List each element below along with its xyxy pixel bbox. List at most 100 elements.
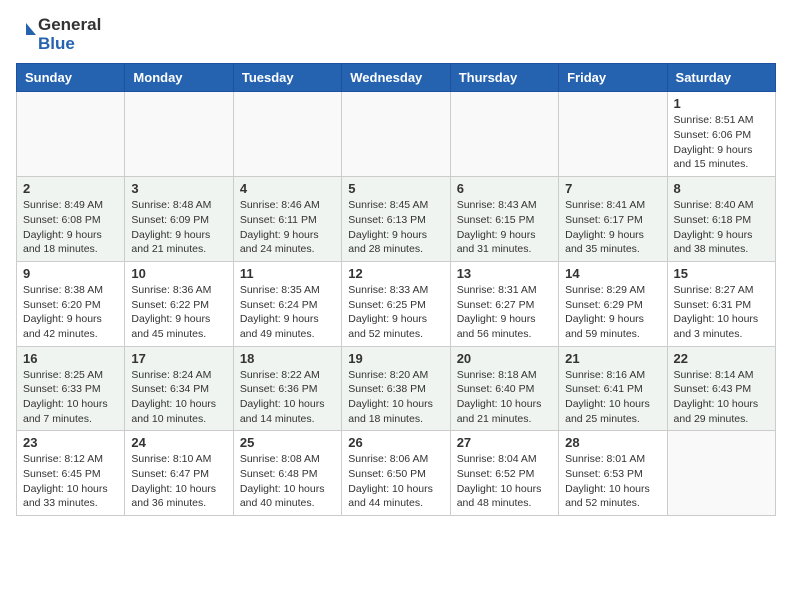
day-info: Sunrise: 8:33 AM Sunset: 6:25 PM Dayligh… (348, 283, 443, 342)
calendar-table: SundayMondayTuesdayWednesdayThursdayFrid… (16, 63, 776, 516)
day-info: Sunrise: 8:01 AM Sunset: 6:53 PM Dayligh… (565, 452, 660, 511)
day-number: 16 (23, 351, 118, 366)
calendar-day-17: 17 Sunrise: 8:24 AM Sunset: 6:34 PM Dayli… (125, 346, 233, 431)
day-info: Sunrise: 8:41 AM Sunset: 6:17 PM Dayligh… (565, 198, 660, 257)
day-number: 15 (674, 266, 769, 281)
col-header-thursday: Thursday (450, 64, 558, 92)
calendar-day-4: 4 Sunrise: 8:46 AM Sunset: 6:11 PM Daylig… (233, 177, 341, 262)
calendar-day-28: 28Sunrise: 8:01 AM Sunset: 6:53 PM Dayli… (559, 431, 667, 516)
day-info: Sunrise: 8:25 AM Sunset: 6:33 PM Dayligh… (23, 368, 118, 427)
day-number: 17 (131, 351, 226, 366)
calendar-day-18: 18 Sunrise: 8:22 AM Sunset: 6:36 PM Dayli… (233, 346, 341, 431)
calendar-day-empty (17, 92, 125, 177)
col-header-tuesday: Tuesday (233, 64, 341, 92)
calendar-day-16: 16 Sunrise: 8:25 AM Sunset: 6:33 PM Dayli… (17, 346, 125, 431)
calendar-week-row: 23 Sunrise: 8:12 AM Sunset: 6:45 PM Dayli… (17, 431, 776, 516)
calendar-day-empty (342, 92, 450, 177)
day-info: Sunrise: 8:04 AM Sunset: 6:52 PM Dayligh… (457, 452, 552, 511)
calendar-week-row: 9 Sunrise: 8:38 AM Sunset: 6:20 PM Daylig… (17, 261, 776, 346)
calendar-week-row: 2Sunrise: 8:49 AM Sunset: 6:08 PM Daylig… (17, 177, 776, 262)
day-number: 8 (674, 181, 769, 196)
logo: General Blue (16, 16, 101, 53)
calendar-day-7: 7 Sunrise: 8:41 AM Sunset: 6:17 PM Daylig… (559, 177, 667, 262)
day-info: Sunrise: 8:18 AM Sunset: 6:40 PM Dayligh… (457, 368, 552, 427)
calendar-day-13: 13 Sunrise: 8:31 AM Sunset: 6:27 PM Dayli… (450, 261, 558, 346)
day-number: 6 (457, 181, 552, 196)
day-info: Sunrise: 8:24 AM Sunset: 6:34 PM Dayligh… (131, 368, 226, 427)
day-number: 21 (565, 351, 660, 366)
day-info: Sunrise: 8:46 AM Sunset: 6:11 PM Dayligh… (240, 198, 335, 257)
day-info: Sunrise: 8:08 AM Sunset: 6:48 PM Dayligh… (240, 452, 335, 511)
day-number: 7 (565, 181, 660, 196)
calendar-day-6: 6Sunrise: 8:43 AM Sunset: 6:15 PM Daylig… (450, 177, 558, 262)
logo-triangle-icon (16, 23, 36, 47)
day-number: 22 (674, 351, 769, 366)
day-number: 1 (674, 96, 769, 111)
day-info: Sunrise: 8:29 AM Sunset: 6:29 PM Dayligh… (565, 283, 660, 342)
day-number: 23 (23, 435, 118, 450)
day-info: Sunrise: 8:20 AM Sunset: 6:38 PM Dayligh… (348, 368, 443, 427)
day-info: Sunrise: 8:40 AM Sunset: 6:18 PM Dayligh… (674, 198, 769, 257)
day-info: Sunrise: 8:12 AM Sunset: 6:45 PM Dayligh… (23, 452, 118, 511)
day-number: 25 (240, 435, 335, 450)
day-info: Sunrise: 8:51 AM Sunset: 6:06 PM Dayligh… (674, 113, 769, 172)
logo-blue-text: Blue (38, 35, 101, 54)
day-info: Sunrise: 8:22 AM Sunset: 6:36 PM Dayligh… (240, 368, 335, 427)
day-info: Sunrise: 8:38 AM Sunset: 6:20 PM Dayligh… (23, 283, 118, 342)
day-number: 5 (348, 181, 443, 196)
calendar-week-row: 1 Sunrise: 8:51 AM Sunset: 6:06 PM Daylig… (17, 92, 776, 177)
day-number: 3 (131, 181, 226, 196)
calendar-day-25: 25 Sunrise: 8:08 AM Sunset: 6:48 PM Dayli… (233, 431, 341, 516)
calendar-header-row: SundayMondayTuesdayWednesdayThursdayFrid… (17, 64, 776, 92)
calendar-day-5: 5Sunrise: 8:45 AM Sunset: 6:13 PM Daylig… (342, 177, 450, 262)
col-header-sunday: Sunday (17, 64, 125, 92)
col-header-monday: Monday (125, 64, 233, 92)
calendar-day-14: 14 Sunrise: 8:29 AM Sunset: 6:29 PM Dayli… (559, 261, 667, 346)
day-number: 14 (565, 266, 660, 281)
calendar-day-20: 20 Sunrise: 8:18 AM Sunset: 6:40 PM Dayli… (450, 346, 558, 431)
day-info: Sunrise: 8:14 AM Sunset: 6:43 PM Dayligh… (674, 368, 769, 427)
day-number: 19 (348, 351, 443, 366)
day-number: 4 (240, 181, 335, 196)
calendar-day-22: 22 Sunrise: 8:14 AM Sunset: 6:43 PM Dayli… (667, 346, 775, 431)
calendar-day-empty (450, 92, 558, 177)
day-number: 18 (240, 351, 335, 366)
day-number: 20 (457, 351, 552, 366)
day-info: Sunrise: 8:49 AM Sunset: 6:08 PM Dayligh… (23, 198, 118, 257)
calendar-day-11: 11 Sunrise: 8:35 AM Sunset: 6:24 PM Dayli… (233, 261, 341, 346)
day-number: 26 (348, 435, 443, 450)
day-info: Sunrise: 8:48 AM Sunset: 6:09 PM Dayligh… (131, 198, 226, 257)
calendar-day-empty (559, 92, 667, 177)
calendar-day-26: 26Sunrise: 8:06 AM Sunset: 6:50 PM Dayli… (342, 431, 450, 516)
calendar-day-9: 9 Sunrise: 8:38 AM Sunset: 6:20 PM Daylig… (17, 261, 125, 346)
day-info: Sunrise: 8:35 AM Sunset: 6:24 PM Dayligh… (240, 283, 335, 342)
calendar-day-15: 15 Sunrise: 8:27 AM Sunset: 6:31 PM Dayli… (667, 261, 775, 346)
col-header-wednesday: Wednesday (342, 64, 450, 92)
day-number: 13 (457, 266, 552, 281)
calendar-day-empty (233, 92, 341, 177)
calendar-day-3: 3 Sunrise: 8:48 AM Sunset: 6:09 PM Daylig… (125, 177, 233, 262)
day-info: Sunrise: 8:36 AM Sunset: 6:22 PM Dayligh… (131, 283, 226, 342)
calendar-day-empty (667, 431, 775, 516)
calendar-day-10: 10 Sunrise: 8:36 AM Sunset: 6:22 PM Dayli… (125, 261, 233, 346)
calendar-week-row: 16 Sunrise: 8:25 AM Sunset: 6:33 PM Dayli… (17, 346, 776, 431)
calendar-day-27: 27Sunrise: 8:04 AM Sunset: 6:52 PM Dayli… (450, 431, 558, 516)
day-number: 11 (240, 266, 335, 281)
logo-container: General Blue (16, 16, 101, 53)
logo-wordmark: General Blue (38, 16, 101, 53)
col-header-saturday: Saturday (667, 64, 775, 92)
calendar-day-12: 12 Sunrise: 8:33 AM Sunset: 6:25 PM Dayli… (342, 261, 450, 346)
day-number: 9 (23, 266, 118, 281)
day-info: Sunrise: 8:31 AM Sunset: 6:27 PM Dayligh… (457, 283, 552, 342)
day-info: Sunrise: 8:10 AM Sunset: 6:47 PM Dayligh… (131, 452, 226, 511)
calendar-day-19: 19 Sunrise: 8:20 AM Sunset: 6:38 PM Dayli… (342, 346, 450, 431)
day-info: Sunrise: 8:27 AM Sunset: 6:31 PM Dayligh… (674, 283, 769, 342)
page-header: General Blue (16, 16, 776, 53)
calendar-day-empty (125, 92, 233, 177)
col-header-friday: Friday (559, 64, 667, 92)
logo-general-text: General (38, 16, 101, 35)
day-number: 10 (131, 266, 226, 281)
day-info: Sunrise: 8:16 AM Sunset: 6:41 PM Dayligh… (565, 368, 660, 427)
calendar-day-24: 24Sunrise: 8:10 AM Sunset: 6:47 PM Dayli… (125, 431, 233, 516)
day-number: 12 (348, 266, 443, 281)
